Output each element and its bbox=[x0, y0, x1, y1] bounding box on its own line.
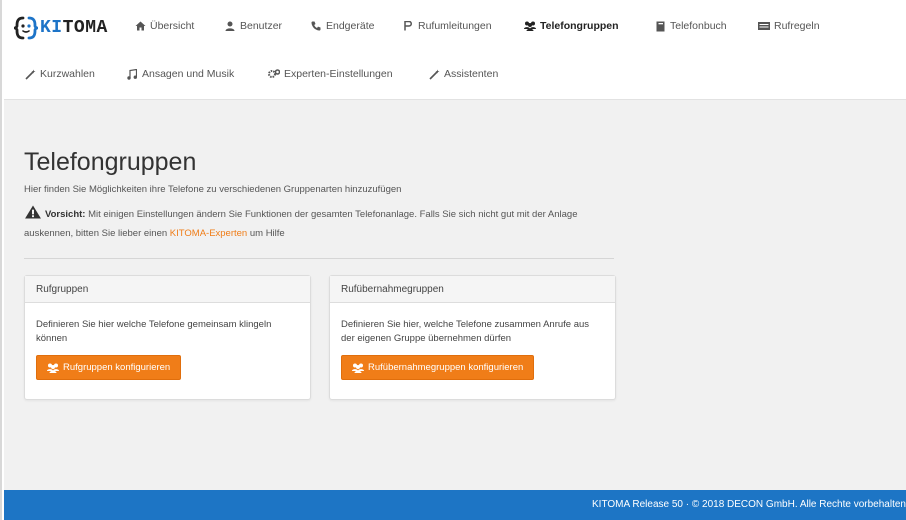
configure-rufgruppen-button[interactable]: Rufgruppen konfigurieren bbox=[36, 355, 182, 380]
kitoma-logo-icon bbox=[14, 16, 38, 40]
warning-icon bbox=[25, 205, 41, 219]
cogs-icon bbox=[268, 68, 280, 80]
panel-body: Definieren Sie hier welche Telefone geme… bbox=[36, 319, 272, 344]
warning-text-end: um Hilfe bbox=[249, 228, 285, 239]
panel-heading: Rufgruppen bbox=[25, 276, 310, 303]
redirect-icon bbox=[402, 20, 414, 32]
app-window: KITOMA Übersicht Benutzer Endgeräte Rufu… bbox=[0, 0, 906, 520]
nav-item-telefongruppen[interactable]: Telefongruppen bbox=[524, 20, 619, 32]
panel-rufuebernahmegruppen: Rufübernahmegruppen Definieren Sie hier,… bbox=[329, 275, 616, 400]
nav-item-benutzer[interactable]: Benutzer bbox=[224, 20, 282, 32]
group-icon bbox=[524, 20, 536, 32]
experten-link[interactable]: KITOMA-Experten bbox=[170, 228, 247, 239]
warning-message: Vorsicht: Mit einigen Einstellungen ände… bbox=[24, 205, 624, 243]
top-navbar: KITOMA Übersicht Benutzer Endgeräte Rufu… bbox=[4, 0, 906, 100]
configure-rufuebernahmegruppen-button[interactable]: Rufübernahmegruppen konfigurieren bbox=[341, 355, 535, 380]
music-icon bbox=[126, 68, 138, 80]
page-title: Telefongruppen bbox=[24, 148, 197, 176]
nav-item-experten-einstellungen[interactable]: Experten-Einstellungen bbox=[268, 68, 393, 80]
user-icon bbox=[224, 20, 236, 32]
nav-item-kurzwahlen[interactable]: Kurzwahlen bbox=[24, 68, 95, 80]
nav-item-ansagen-und-musik[interactable]: Ansagen und Musik bbox=[126, 68, 234, 80]
group-icon bbox=[352, 363, 364, 373]
panel-body: Definieren Sie hier, welche Telefone zus… bbox=[341, 319, 590, 344]
panel-heading: Rufübernahmegruppen bbox=[330, 276, 615, 303]
nav-item-endgeraete[interactable]: Endgeräte bbox=[310, 20, 374, 32]
book-icon bbox=[654, 20, 666, 32]
nav-item-rufregeln[interactable]: Rufregeln bbox=[758, 20, 820, 32]
panel-rufgruppen: Rufgruppen Definieren Sie hier welche Te… bbox=[24, 275, 311, 400]
home-icon bbox=[134, 20, 146, 32]
nav-item-telefonbuch[interactable]: Telefonbuch bbox=[654, 20, 727, 32]
rules-icon bbox=[758, 20, 770, 32]
brand-name: KITOMA bbox=[40, 18, 108, 38]
brand-logo[interactable]: KITOMA bbox=[14, 13, 108, 43]
footer-copyright: KITOMA Release 50 · © 2018 DECON GmbH. A… bbox=[592, 499, 906, 510]
divider bbox=[24, 258, 614, 259]
page-intro: Hier finden Sie Möglichkeiten ihre Telef… bbox=[24, 184, 402, 195]
warning-label: Vorsicht: bbox=[45, 209, 86, 220]
main-content: Telefongruppen Hier finden Sie Möglichke… bbox=[4, 100, 906, 490]
phone-icon bbox=[310, 20, 322, 32]
wand-icon bbox=[428, 68, 440, 80]
wand-icon bbox=[24, 68, 36, 80]
footer: KITOMA Release 50 · © 2018 DECON GmbH. A… bbox=[4, 490, 906, 520]
nav-item-uebersicht[interactable]: Übersicht bbox=[134, 20, 194, 32]
warning-text: Mit einigen Einstellungen ändern Sie Fun… bbox=[24, 209, 578, 239]
nav-item-assistenten[interactable]: Assistenten bbox=[428, 68, 498, 80]
nav-item-rufumleitungen[interactable]: Rufumleitungen bbox=[402, 20, 492, 32]
group-icon bbox=[47, 363, 59, 373]
